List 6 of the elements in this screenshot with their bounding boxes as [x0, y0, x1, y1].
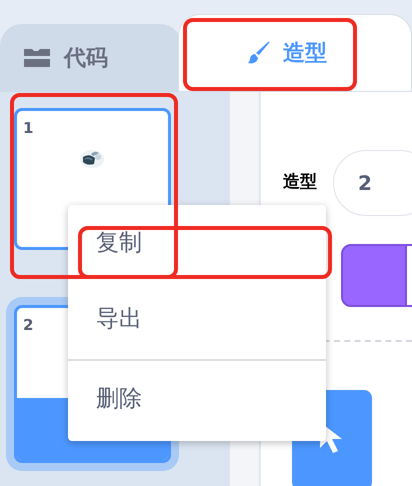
costume-name-field[interactable]: 2: [333, 150, 412, 216]
costume-number: 2: [23, 315, 34, 336]
costume-number: 1: [23, 118, 34, 139]
menu-item[interactable]: 删除: [68, 361, 326, 437]
costume-name-label: 造型: [283, 171, 317, 194]
menu-item[interactable]: 导出: [68, 281, 326, 357]
